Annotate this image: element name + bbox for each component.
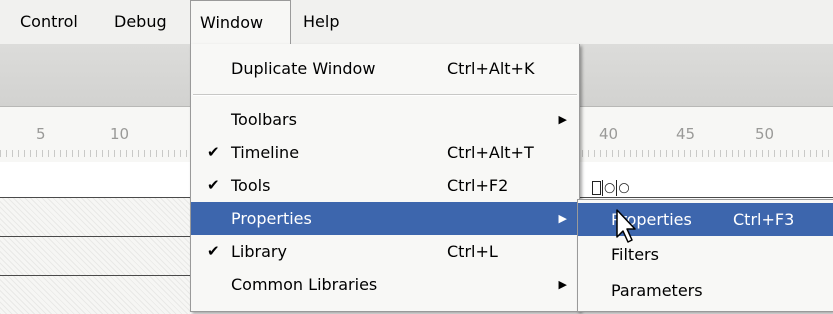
menu-window[interactable]: Window [190, 0, 291, 45]
submenu-item-parameters[interactable]: Parameters [578, 274, 833, 307]
menu-item-duplicate-window[interactable]: Duplicate Window Ctrl+Alt+K [191, 52, 579, 85]
mouse-pointer-icon [616, 209, 636, 243]
menu-item-label: Properties [231, 209, 312, 228]
menu-item-shortcut: Ctrl+F3 [733, 210, 795, 229]
menu-item-shortcut: Ctrl+F2 [447, 176, 509, 195]
menu-help[interactable]: Help [303, 0, 339, 44]
ruler-tick: 45 [676, 125, 696, 143]
menu-bar: Control Debug Window Help [0, 0, 833, 45]
menu-item-timeline[interactable]: ✔ Timeline Ctrl+Alt+T [191, 136, 579, 169]
menu-control[interactable]: Control [20, 0, 78, 44]
ruler-tick: 10 [110, 125, 130, 143]
menu-item-toolbars[interactable]: Toolbars ▶ [191, 103, 579, 136]
window-menu: Duplicate Window Ctrl+Alt+K Toolbars ▶ ✔… [190, 44, 580, 312]
menu-item-label: Parameters [611, 281, 703, 300]
menu-separator [193, 94, 577, 96]
menu-item-tools[interactable]: ✔ Tools Ctrl+F2 [191, 169, 579, 202]
menu-item-library[interactable]: ✔ Library Ctrl+L [191, 235, 579, 268]
ruler-tick: 5 [36, 125, 46, 143]
menu-item-label: Duplicate Window [231, 59, 376, 78]
submenu-arrow-icon: ▶ [558, 113, 567, 126]
submenu-arrow-icon: ▶ [558, 278, 567, 291]
menu-item-properties[interactable]: Properties ▶ [191, 202, 579, 235]
menu-item-label: Library [231, 242, 287, 261]
menu-item-shortcut: Ctrl+Alt+K [447, 59, 535, 78]
layer-row[interactable] [0, 197, 190, 236]
menu-item-label: Common Libraries [231, 275, 378, 294]
menu-item-label: Timeline [231, 143, 300, 162]
menu-item-shortcut: Ctrl+L [447, 242, 498, 261]
menu-debug[interactable]: Debug [114, 0, 167, 44]
submenu-arrow-icon: ▶ [558, 212, 567, 225]
menu-item-label: Toolbars [231, 110, 297, 129]
menu-item-common-libraries[interactable]: Common Libraries ▶ [191, 268, 579, 301]
checkmark-icon: ✔ [207, 242, 220, 260]
checkmark-icon: ✔ [207, 143, 220, 161]
layer-row[interactable] [0, 236, 190, 275]
menu-item-shortcut: Ctrl+Alt+T [447, 143, 534, 162]
menu-item-label: Tools [231, 176, 271, 195]
ruler-tick: 40 [599, 125, 619, 143]
layer-row[interactable] [0, 275, 190, 314]
keyframe-markers[interactable]: ○ ○ [592, 180, 630, 196]
ruler-tick: 50 [755, 125, 775, 143]
frame-row-divider [577, 197, 833, 198]
checkmark-icon: ✔ [207, 176, 220, 194]
